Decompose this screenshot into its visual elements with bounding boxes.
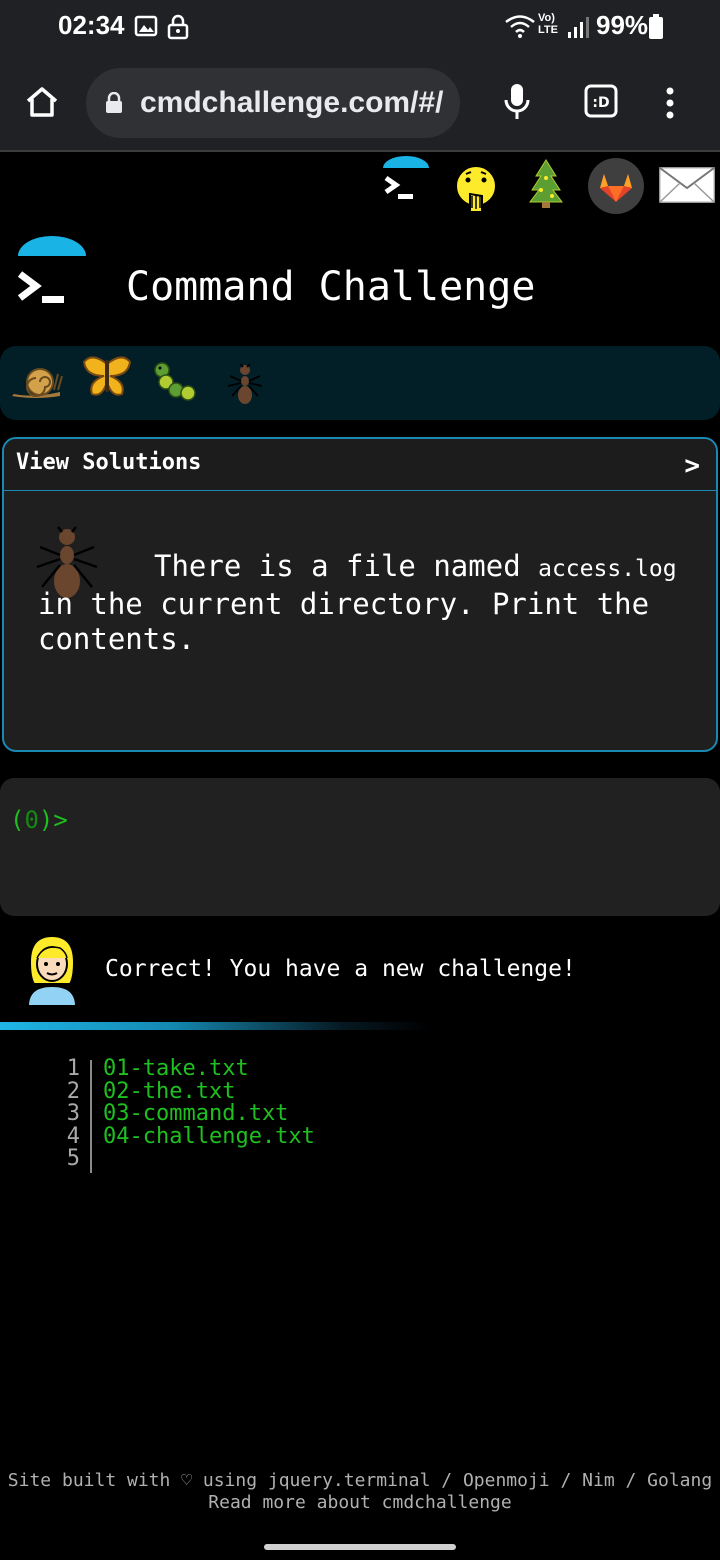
top-links-row: [0, 156, 720, 222]
woman-avatar-icon: [22, 934, 82, 1012]
output-line: 02-the.txt: [103, 1078, 236, 1104]
terminal-input-area[interactable]: (0)>: [0, 778, 720, 916]
output-line: 04-challenge.txt: [103, 1123, 315, 1149]
prompt-close: )>: [38, 806, 68, 834]
volte-icon: Vo) LTE: [538, 12, 558, 36]
prompt-open: (: [10, 806, 25, 834]
ant-icon[interactable]: [226, 362, 264, 410]
wifi-icon: [504, 14, 536, 44]
line-number: 3: [66, 1101, 80, 1127]
battery-percent: 99%: [596, 10, 649, 40]
lock-icon: [166, 14, 190, 44]
output-line: 01-take.txt: [103, 1056, 249, 1081]
line-numbers: 1 2 3 4 5: [56, 1056, 90, 1172]
gitlab-icon[interactable]: [588, 158, 644, 218]
status-bar: 02:34 Vo) LTE 99%: [0, 0, 720, 54]
signal-icon: [566, 14, 590, 44]
caterpillar-icon[interactable]: [152, 360, 198, 410]
more-options-icon[interactable]: [664, 86, 676, 124]
butterfly-icon[interactable]: [80, 354, 134, 404]
page-header: Command Challenge: [0, 236, 720, 336]
feedback-divider: [0, 1022, 430, 1030]
line-number: 2: [66, 1078, 80, 1104]
battery-icon: [648, 14, 664, 44]
challenge-description: There is a file named access.log in the …: [38, 549, 698, 657]
svg-text::D: :D: [592, 95, 609, 111]
tab-switcher-icon[interactable]: :D: [584, 84, 618, 122]
footer-about-link[interactable]: Read more about cmdchallenge: [0, 1492, 720, 1514]
footer-credits[interactable]: Site built with ♡ using jquery.terminal …: [0, 1470, 720, 1492]
view-solutions-toggle[interactable]: View Solutions >: [4, 439, 716, 491]
tree-icon[interactable]: [524, 158, 568, 214]
gesture-handle[interactable]: [264, 1544, 456, 1550]
challenge-filename: access.log: [538, 556, 677, 582]
line-number: 5: [66, 1146, 80, 1172]
home-icon[interactable]: [24, 84, 60, 124]
line-number: 4: [66, 1123, 80, 1149]
challenge-text-part1: There is a file named: [154, 549, 539, 583]
view-solutions-label[interactable]: View Solutions: [16, 450, 201, 475]
feedback-row: Correct! You have a new challenge!: [0, 930, 720, 1012]
level-progress-bar: [0, 346, 720, 420]
microphone-icon[interactable]: [502, 82, 532, 126]
page-title: Command Challenge: [126, 264, 536, 310]
chevron-right-icon[interactable]: >: [684, 451, 700, 481]
status-time: 02:34: [58, 10, 125, 40]
output-line: 03-command.txt: [103, 1101, 289, 1127]
line-number: 1: [66, 1056, 80, 1081]
page-footer: Site built with ♡ using jquery.terminal …: [0, 1470, 720, 1514]
challenge-text-part2: in the current directory. Print the cont…: [38, 587, 650, 656]
url-text[interactable]: cmdchallenge.com/#/: [140, 86, 443, 120]
terminal-logo-icon[interactable]: [380, 156, 432, 210]
email-icon[interactable]: [658, 166, 716, 208]
secure-lock-icon: [104, 91, 124, 118]
feedback-message: Correct! You have a new challenge!: [105, 956, 576, 982]
terminal-prompt[interactable]: (0)>: [10, 806, 68, 834]
snail-icon[interactable]: [10, 364, 64, 404]
browser-toolbar: cmdchallenge.com/#/ :D: [0, 54, 720, 152]
address-bar[interactable]: cmdchallenge.com/#/: [86, 68, 460, 138]
prompt-count: 0: [24, 806, 39, 834]
command-output: 1 2 3 4 5 01-take.txt 02-the.txt 03-comm…: [0, 1056, 720, 1178]
site-logo-icon[interactable]: [14, 236, 90, 314]
line-separator: [90, 1060, 92, 1173]
output-lines: 01-take.txt 02-the.txt 03-command.txt 04…: [103, 1056, 315, 1171]
shushing-face-icon[interactable]: [452, 162, 500, 222]
system-nav-bar: [0, 1534, 720, 1560]
challenge-card: View Solutions > There is a file named a…: [2, 437, 718, 752]
gallery-icon: [134, 14, 158, 42]
